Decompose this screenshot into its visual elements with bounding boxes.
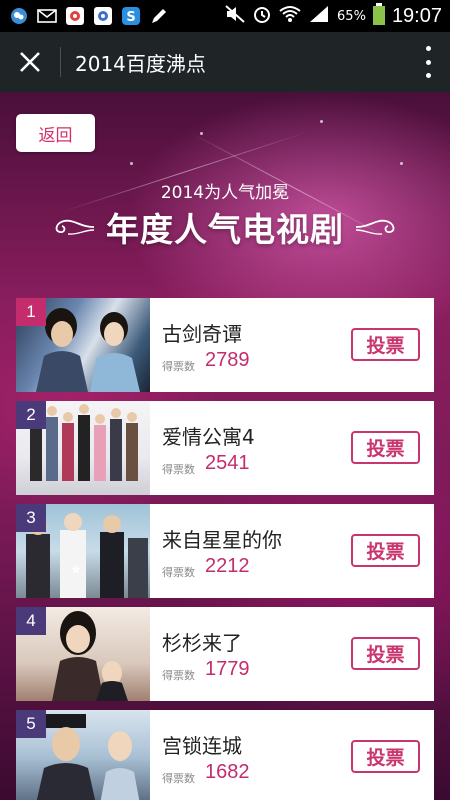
clock: 19:07 <box>391 4 442 27</box>
sparkle <box>200 132 203 135</box>
back-button[interactable]: 返回 <box>16 114 95 152</box>
list-item: 5 宫锁连城 得票数 1682 投票 <box>16 710 434 800</box>
show-title[interactable]: 杉杉来了 <box>162 627 242 656</box>
item-info: 爱情公寓4 得票数 2541 投票 <box>150 401 434 495</box>
signal-icon <box>308 5 330 27</box>
vote-button[interactable]: 投票 <box>351 328 420 361</box>
list-item: 1 古剑奇谭 得票数 2789 投票 <box>16 298 434 392</box>
app-icon <box>64 6 86 26</box>
ranking-list: 1 古剑奇谭 得票数 2789 投票 2 爱情公寓4 得票数 2541 投票 ★… <box>16 298 434 800</box>
votes-label: 得票数 <box>162 566 195 579</box>
more-dot <box>425 46 431 51</box>
sparkle <box>400 162 403 165</box>
rank-badge: 1 <box>16 298 46 326</box>
status-bar: S 65% 19:07 <box>0 0 450 32</box>
alarm-icon <box>252 4 272 28</box>
show-poster[interactable]: 2 <box>16 401 150 495</box>
content-area: 返回 2014为人气加冕 年度人气电视剧 1 古剑奇谭 得票数 2789 投票 … <box>0 92 450 800</box>
vote-button[interactable]: 投票 <box>351 431 420 464</box>
vote-button[interactable]: 投票 <box>351 637 420 670</box>
list-item: 4 杉杉来了 得票数 1779 投票 <box>16 607 434 701</box>
app-bar: 2014百度沸点 <box>0 32 450 92</box>
votes-label: 得票数 <box>162 772 195 785</box>
list-item: 2 爱情公寓4 得票数 2541 投票 <box>16 401 434 495</box>
email-icon <box>36 6 58 26</box>
show-poster[interactable]: 5 <box>16 710 150 800</box>
votes-label: 得票数 <box>162 360 195 373</box>
svg-text:S: S <box>126 10 135 25</box>
show-poster[interactable]: ★ 3 <box>16 504 150 598</box>
rank-badge: 4 <box>16 607 46 635</box>
vote-count: 1779 <box>205 658 250 680</box>
show-title[interactable]: 来自星星的你 <box>162 524 282 553</box>
sparkle <box>130 162 133 165</box>
item-info: 古剑奇谭 得票数 2789 投票 <box>150 298 434 392</box>
item-info: 来自星星的你 得票数 2212 投票 <box>150 504 434 598</box>
wifi-icon <box>279 5 301 27</box>
vote-count: 2789 <box>205 349 250 371</box>
list-item: ★ 3 来自星星的你 得票数 2212 投票 <box>16 504 434 598</box>
pencil-icon <box>148 6 170 26</box>
right-swirl-ornament <box>356 219 395 235</box>
vote-button[interactable]: 投票 <box>351 534 420 567</box>
notification-icons: S <box>0 6 170 26</box>
vote-count: 2212 <box>205 555 250 577</box>
headline: 年度人气电视剧 <box>106 210 344 249</box>
sparkle <box>320 120 323 123</box>
votes-label: 得票数 <box>162 463 195 476</box>
item-info: 杉杉来了 得票数 1779 投票 <box>150 607 434 701</box>
app-icon <box>92 6 114 26</box>
page-subtitle: 2014为人气加冕 <box>160 183 290 203</box>
show-title[interactable]: 宫锁连城 <box>162 730 242 759</box>
mute-icon <box>225 5 245 27</box>
rank-badge: 3 <box>16 504 46 532</box>
show-title[interactable]: 爱情公寓4 <box>162 421 255 450</box>
svg-text:★: ★ <box>70 562 83 578</box>
show-title[interactable]: 古剑奇谭 <box>162 318 242 347</box>
vote-button[interactable]: 投票 <box>351 740 420 773</box>
headline-row: 年度人气电视剧 <box>0 202 450 252</box>
vote-count: 1682 <box>205 761 250 783</box>
vote-count: 2541 <box>205 452 250 474</box>
wechat-notification-icon <box>8 6 30 26</box>
votes-label: 得票数 <box>162 669 195 682</box>
skype-icon: S <box>120 6 142 26</box>
more-dot <box>425 59 431 65</box>
rank-badge: 2 <box>16 401 46 429</box>
show-poster[interactable]: 1 <box>16 298 150 392</box>
left-swirl-ornament <box>55 219 94 235</box>
system-status: 65% 19:07 <box>225 0 442 32</box>
close-icon <box>20 52 40 72</box>
item-info: 宫锁连城 得票数 1682 投票 <box>150 710 434 800</box>
more-dot <box>425 73 431 78</box>
rank-badge: 5 <box>16 710 46 738</box>
page-title: 2014百度沸点 <box>75 51 206 76</box>
close-button[interactable] <box>0 32 60 92</box>
show-poster[interactable]: 4 <box>16 607 150 701</box>
battery-icon <box>372 3 385 29</box>
battery-percent: 65% <box>337 8 366 24</box>
more-options-button[interactable] <box>418 46 438 78</box>
